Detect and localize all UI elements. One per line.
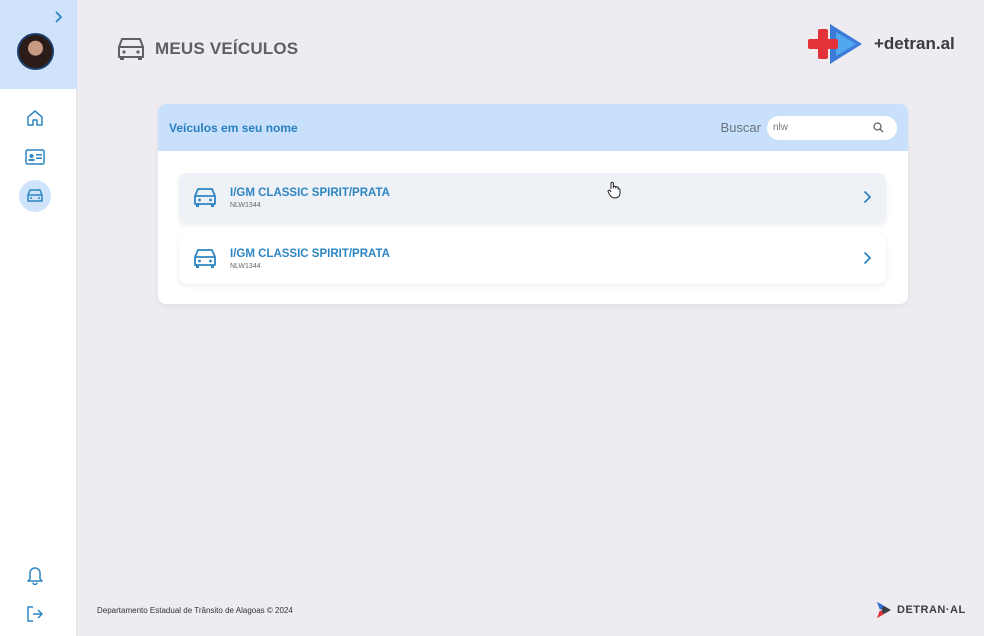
- search-icon[interactable]: [873, 122, 884, 133]
- vehicle-name: I/GM CLASSIC SPIRIT/PRATA: [230, 248, 390, 260]
- logout-icon: [27, 606, 44, 622]
- sidebar-item-home[interactable]: [19, 102, 51, 134]
- search-area: Buscar: [720, 115, 897, 140]
- car-icon: [118, 38, 144, 60]
- brand-name: +detran.al: [874, 34, 955, 53]
- car-icon: [194, 249, 216, 268]
- logout-button[interactable]: [19, 598, 51, 630]
- bell-icon: [27, 567, 43, 585]
- sidebar: [0, 0, 77, 636]
- sidebar-profile-area: [0, 0, 77, 89]
- avatar[interactable]: [17, 33, 54, 70]
- vehicle-list-item[interactable]: I/GM CLASSIC SPIRIT/PRATA NLW1344: [179, 234, 886, 284]
- hand-cursor-icon: [607, 181, 621, 199]
- search-input[interactable]: [773, 122, 873, 133]
- search-box: [767, 115, 897, 140]
- notifications-button[interactable]: [19, 559, 51, 591]
- brand-logo: +detran.al: [806, 20, 955, 68]
- vehicles-card: Veículos em seu nome Buscar I/GM CLASSIC…: [158, 104, 908, 304]
- home-icon: [27, 110, 43, 126]
- chevron-right-icon: [863, 190, 872, 204]
- vehicle-list-item[interactable]: I/GM CLASSIC SPIRIT/PRATA NLW1344: [179, 173, 886, 223]
- sidebar-item-documents[interactable]: [19, 141, 51, 173]
- detran-logo-icon: [877, 602, 891, 618]
- chevron-right-icon: [55, 11, 63, 23]
- car-icon: [194, 188, 216, 207]
- sidebar-item-vehicles[interactable]: [19, 180, 51, 212]
- card-header: Veículos em seu nome Buscar: [158, 104, 908, 151]
- chevron-right-icon: [863, 251, 872, 265]
- footer-logo: DETRAN·AL: [875, 601, 966, 619]
- footer-logo-text: DETRAN·AL: [897, 604, 966, 616]
- id-card-icon: [25, 149, 45, 165]
- expand-sidebar-button[interactable]: [52, 9, 66, 25]
- detran-logo-icon: [808, 24, 862, 64]
- page-header: MEUS VEÍCULOS: [115, 34, 298, 64]
- card-title: Veículos em seu nome: [169, 120, 298, 135]
- page-title: MEUS VEÍCULOS: [155, 39, 299, 58]
- vehicle-plate: NLW1344: [230, 202, 261, 209]
- search-label: Buscar: [720, 120, 761, 135]
- car-icon: [27, 189, 43, 202]
- footer-copyright: Departamento Estadual de Trânsito de Ala…: [97, 606, 293, 615]
- vehicle-plate: NLW1344: [230, 263, 261, 270]
- vehicle-name: I/GM CLASSIC SPIRIT/PRATA: [230, 187, 390, 199]
